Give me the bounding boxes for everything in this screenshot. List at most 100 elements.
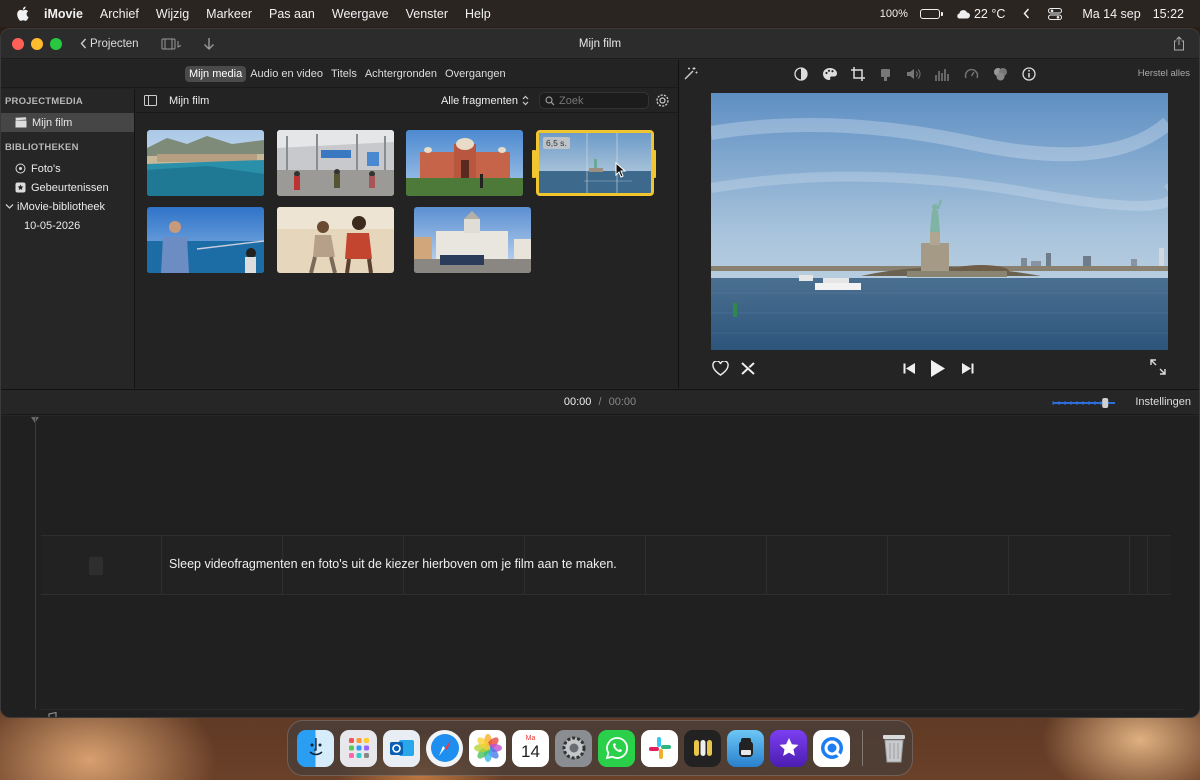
- menu-help[interactable]: Help: [465, 7, 491, 21]
- sidebar-item-library[interactable]: iMovie-bibliotheek: [1, 197, 134, 216]
- color-palette-icon[interactable]: [822, 67, 838, 81]
- keychain-icon[interactable]: [684, 729, 721, 767]
- clip-thumbnail-selected[interactable]: 6,5 s.: [536, 130, 654, 196]
- skip-back-icon[interactable]: [903, 363, 915, 374]
- fullscreen-icon[interactable]: [1150, 359, 1166, 375]
- chevron-left-icon[interactable]: [1023, 8, 1030, 19]
- tab-achtergronden[interactable]: Achtergronden: [361, 66, 441, 82]
- tab-mijn-media[interactable]: Mijn media: [185, 65, 247, 82]
- clip-duration-badge: 6,5 s.: [543, 137, 570, 149]
- maximize-window-button[interactable]: [50, 37, 62, 50]
- finder-icon[interactable]: [297, 729, 334, 767]
- menu-bar: iMovie Archief Wijzig Markeer Pas aan We…: [0, 0, 1200, 27]
- timeline-settings-button[interactable]: Instellingen: [1135, 396, 1191, 408]
- tab-overgangen[interactable]: Overgangen: [441, 66, 510, 82]
- sidebar-toggle-icon[interactable]: [144, 95, 157, 106]
- battery-icon[interactable]: [919, 8, 943, 19]
- trim-handle-left[interactable]: [532, 150, 536, 178]
- clip-thumbnail[interactable]: [277, 207, 394, 273]
- quicktime-icon[interactable]: [813, 729, 850, 767]
- system-settings-icon[interactable]: [555, 729, 592, 767]
- magic-wand-icon[interactable]: [683, 66, 698, 81]
- calendar-icon[interactable]: Ma 14: [512, 729, 549, 767]
- close-window-button[interactable]: [12, 37, 24, 50]
- timeline-zoom-slider[interactable]: [1051, 397, 1117, 408]
- equalizer-icon[interactable]: [935, 67, 950, 81]
- window-controls: [12, 37, 62, 50]
- media-browser: Mijn media Audio en video Titels Achterg…: [1, 60, 679, 388]
- tab-titels[interactable]: Titels: [327, 66, 361, 82]
- reject-icon[interactable]: [740, 361, 756, 376]
- play-icon[interactable]: [930, 360, 945, 377]
- timeline[interactable]: Sleep videofragmenten en foto's uit de k…: [1, 416, 1199, 717]
- weather-icon[interactable]: [955, 8, 970, 19]
- battery-percent: 100%: [879, 7, 908, 20]
- clip-filter-dropdown[interactable]: Alle fragmenten: [441, 95, 529, 107]
- apple-icon[interactable]: [16, 6, 30, 22]
- stabilization-icon[interactable]: [879, 67, 892, 81]
- menu-weergave[interactable]: Weergave: [332, 7, 389, 21]
- import-arrow-icon[interactable]: [203, 37, 215, 51]
- dock-separator: [862, 730, 863, 766]
- updown-chevron-icon: [522, 95, 529, 106]
- title-bar: Projecten Mijn film: [1, 29, 1199, 59]
- sidebar-item-events[interactable]: Gebeurtenissen: [1, 178, 134, 197]
- menu-markeer[interactable]: Markeer: [206, 7, 252, 21]
- minimize-window-button[interactable]: [31, 37, 43, 50]
- sidebar-item-photos[interactable]: Foto's: [1, 159, 134, 178]
- favorite-heart-icon[interactable]: [712, 361, 729, 376]
- sidebar-item-label: Gebeurtenissen: [31, 181, 109, 194]
- projects-button[interactable]: Projecten: [80, 38, 139, 50]
- clip-thumbnail[interactable]: [147, 207, 264, 273]
- current-time: 00:00: [563, 396, 592, 408]
- reset-all-button[interactable]: Herstel alles: [1138, 68, 1190, 79]
- audio-lane[interactable]: [41, 709, 1183, 717]
- trim-handle-right[interactable]: [652, 150, 656, 178]
- star-box-icon: [15, 182, 26, 193]
- white-palace-square-clip: [414, 207, 531, 273]
- outlook-icon[interactable]: [383, 729, 420, 767]
- trash-icon[interactable]: [875, 730, 912, 767]
- media-library-icon[interactable]: [161, 37, 183, 51]
- launchpad-icon[interactable]: [340, 729, 377, 767]
- safari-icon[interactable]: [426, 729, 463, 767]
- menubar-date[interactable]: Ma 14 sep: [1082, 7, 1140, 21]
- skip-forward-icon[interactable]: [962, 363, 974, 374]
- istat-icon[interactable]: [727, 729, 764, 767]
- playhead-line: [35, 416, 36, 709]
- menubar-time[interactable]: 15:22: [1153, 7, 1184, 21]
- crop-icon[interactable]: [851, 67, 865, 81]
- sidebar-item-event-date[interactable]: 10-05-2026: [1, 216, 134, 235]
- clip-filter-icon[interactable]: [993, 67, 1008, 81]
- sidebar-item-label: Foto's: [31, 162, 61, 175]
- fisherman-pier-clip: [147, 207, 264, 273]
- total-time: 00:00: [608, 396, 637, 408]
- info-icon[interactable]: [1022, 67, 1036, 81]
- sidebar-item-mijn-film[interactable]: Mijn film: [1, 113, 134, 132]
- whatsapp-icon[interactable]: [598, 729, 635, 767]
- zoom-slider-knob[interactable]: [1102, 398, 1109, 408]
- menu-venster[interactable]: Venster: [406, 7, 448, 21]
- video-preview[interactable]: [711, 93, 1168, 350]
- menu-wijzig[interactable]: Wijzig: [156, 7, 189, 21]
- clip-thumbnail[interactable]: [406, 130, 523, 196]
- search-input[interactable]: Zoek: [539, 92, 649, 109]
- tab-audio-en-video[interactable]: Audio en video: [246, 66, 327, 82]
- clip-thumbnail[interactable]: [277, 130, 394, 196]
- volume-icon[interactable]: [906, 67, 922, 81]
- menu-pas-aan[interactable]: Pas aan: [269, 7, 315, 21]
- sidebar-item-label: iMovie-bibliotheek: [17, 200, 106, 213]
- control-center-icon[interactable]: [1048, 7, 1063, 20]
- clip-thumbnail[interactable]: [147, 130, 264, 196]
- speed-icon[interactable]: [964, 67, 979, 81]
- menu-archief[interactable]: Archief: [100, 7, 139, 21]
- playback-controls: [679, 358, 1199, 380]
- color-balance-icon[interactable]: [794, 67, 808, 81]
- clip-thumbnail[interactable]: [414, 207, 531, 273]
- gear-icon[interactable]: [655, 93, 670, 108]
- slack-icon[interactable]: [641, 729, 678, 767]
- share-icon[interactable]: [1173, 36, 1185, 54]
- menu-app-name[interactable]: iMovie: [44, 7, 83, 21]
- imovie-icon[interactable]: [770, 729, 807, 767]
- photos-icon[interactable]: [469, 729, 506, 767]
